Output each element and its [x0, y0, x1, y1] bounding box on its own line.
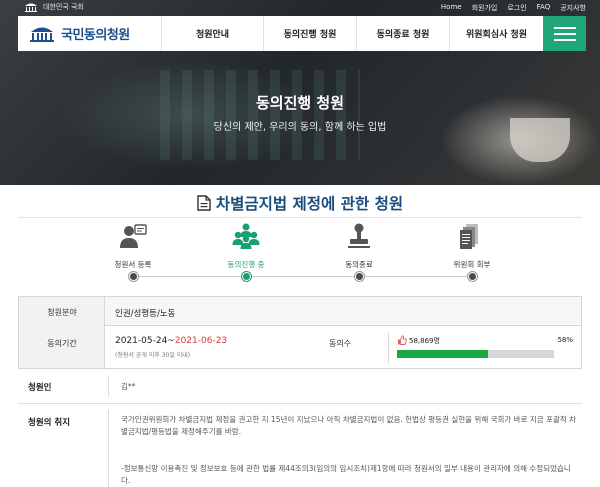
hamburger-icon — [553, 26, 576, 29]
step-dot-active — [241, 272, 251, 281]
step-committee: 위원회 회부 — [422, 222, 522, 281]
notice-link[interactable]: 공지사항 — [560, 3, 586, 13]
step-label: 청원서 등록 — [114, 260, 152, 269]
login-link[interactable]: 로그인 — [507, 3, 526, 13]
step-register: 청원서 등록 — [83, 222, 183, 281]
site-logo[interactable]: 국민동의청원 — [18, 16, 161, 51]
step-label: 동의종료 — [345, 260, 373, 269]
step-dot — [467, 272, 477, 281]
step-label: 동의진행 중 — [227, 260, 265, 269]
purpose-label: 청원의 취지 — [28, 418, 71, 428]
period-note: (청원서 공개 이후 30일 이내) — [115, 352, 191, 359]
thumbs-up-icon — [398, 335, 407, 345]
page-subtitle: 당신의 제안, 우리의 동의, 함께 하는 입법 — [213, 122, 387, 133]
document-icon — [197, 195, 211, 211]
progress-line — [133, 276, 472, 277]
agree-progress-fill — [397, 350, 489, 358]
purpose-note: -정보통신망 이용촉진 및 정보보호 등에 관한 법률 제44조의3(임의의 임… — [121, 464, 571, 485]
category-label: 청원분야 — [47, 308, 77, 317]
nav-item-guide[interactable]: 청원안내 — [161, 16, 263, 51]
faq-link[interactable]: FAQ — [537, 3, 551, 13]
assembly-logo-icon — [30, 27, 54, 42]
nav-item-ongoing[interactable]: 동의진행 청원 — [263, 16, 356, 51]
signup-link[interactable]: 회원가입 — [472, 3, 498, 13]
step-label: 위원회 회부 — [453, 260, 491, 269]
period-end: 2021-06-23 — [174, 336, 228, 346]
petition-title-text: 차별금지법 제정에 관한 청원 — [215, 195, 404, 213]
main-navbar: 국민동의청원 청원안내 동의진행 청원 동의종료 청원 위원회심사 청원 — [18, 16, 586, 51]
petition-title: 차별금지법 제정에 관한 청원 — [0, 192, 600, 214]
hero-banner: 대한민국 국회 Home 회원가입 로그인 FAQ 공지사항 국민동의청원 청원… — [0, 0, 600, 185]
national-assembly-link[interactable]: 대한민국 국회 — [24, 2, 84, 12]
step-ongoing: 동의진행 중 — [196, 222, 296, 281]
register-icon — [120, 224, 147, 248]
logo-text: 국민동의청원 — [61, 28, 130, 43]
period-value: 2021-05-24~2021-06-23 — [115, 336, 227, 346]
org-label: 대한민국 국회 — [43, 3, 84, 11]
petition-info-table: 청원분야 인권/성평등/노동 동의기간 2021-05-24~2021-06-2… — [18, 296, 582, 369]
step-dot — [354, 272, 364, 281]
home-link[interactable]: Home — [441, 3, 462, 13]
documents-icon — [460, 224, 478, 249]
period-start: 2021-05-24~ — [115, 336, 175, 346]
category-value: 인권/성평등/노동 — [115, 309, 176, 319]
step-closed: 동의종료 — [309, 222, 409, 281]
agree-count: 58,869명 — [409, 337, 440, 345]
purpose-text: 국가인권위원회가 차별금지법 제정을 권고한 지 15년이 지났으나 아직 차별… — [121, 415, 577, 436]
page-title: 동의진행 청원 — [255, 94, 345, 112]
author-value: 김** — [121, 382, 136, 391]
menu-button[interactable] — [543, 16, 586, 51]
stamp-icon — [348, 223, 370, 248]
agree-label: 동의수 — [329, 339, 352, 348]
agree-percent: 58% — [557, 336, 573, 344]
nav-menu: 청원안내 동의진행 청원 동의종료 청원 위원회심사 청원 — [161, 16, 543, 51]
utility-bar: 대한민국 국회 Home 회원가입 로그인 FAQ 공지사항 — [0, 0, 600, 15]
period-label: 동의기간 — [47, 339, 77, 348]
nav-item-closed[interactable]: 동의종료 청원 — [356, 16, 449, 51]
utility-links: Home 회원가입 로그인 FAQ 공지사항 — [441, 3, 586, 13]
nav-item-committee[interactable]: 위원회심사 청원 — [449, 16, 543, 51]
author-label: 청원인 — [28, 383, 52, 393]
people-icon — [232, 223, 260, 249]
agree-progress-bar — [397, 350, 554, 358]
assembly-building-icon — [25, 3, 37, 12]
step-dot — [128, 272, 138, 281]
